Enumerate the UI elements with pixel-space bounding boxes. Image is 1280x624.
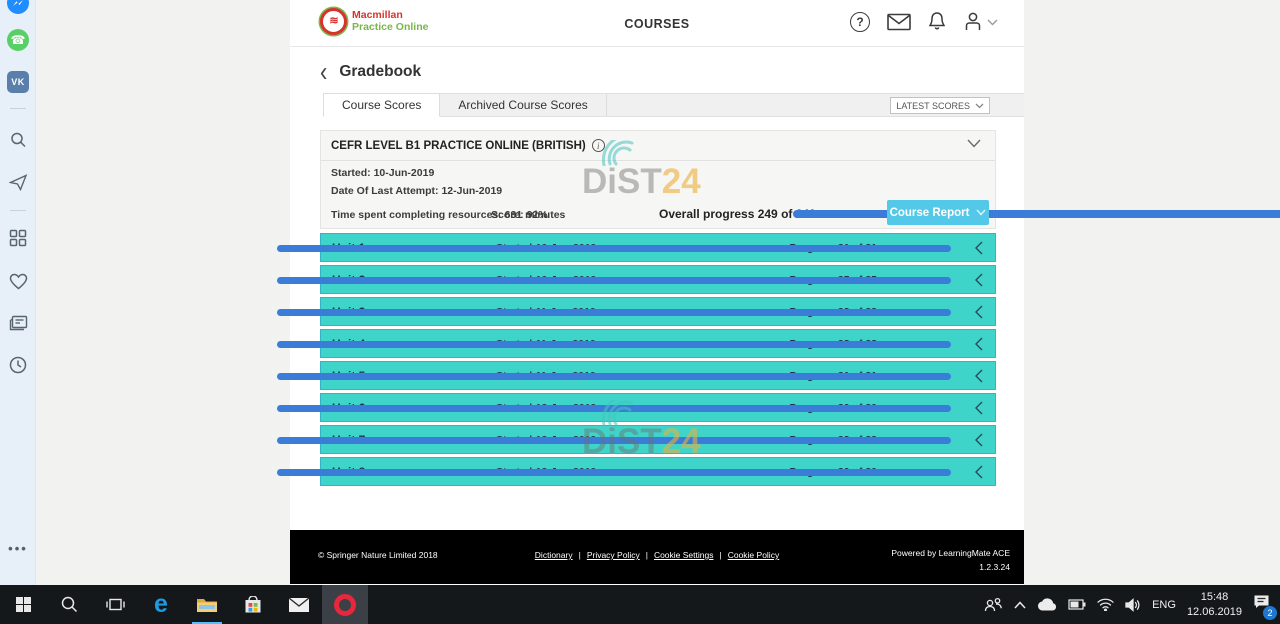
version: 1.2.3.24: [891, 561, 1010, 575]
opera-icon[interactable]: [322, 585, 368, 624]
edge-icon[interactable]: e: [138, 585, 184, 624]
messenger-icon[interactable]: [0, 0, 36, 15]
page-column: ≋ Macmillan Practice Online COURSES ?: [290, 0, 1024, 585]
search-icon[interactable]: [0, 128, 36, 152]
course-details: Started: 10-Jun-2019 Date Of Last Attemp…: [321, 161, 995, 229]
vk-icon[interactable]: VK: [0, 70, 36, 94]
unit-row[interactable]: Unit 2 Started:10-Jun-2019 Progress 35 o…: [320, 265, 996, 294]
browser-viewport: ≋ Macmillan Practice Online COURSES ?: [36, 0, 1280, 585]
chevron-left-icon[interactable]: [975, 241, 983, 255]
footer-link-cookie-settings[interactable]: Cookie Settings: [654, 550, 714, 560]
tab-course-scores[interactable]: Course Scores: [323, 93, 440, 117]
course-score: Score: 92%: [491, 209, 548, 221]
mail-app-icon[interactable]: [276, 585, 322, 624]
unit-row[interactable]: Unit 7 Started:12-Jun-2019 Progress 32 o…: [320, 425, 996, 454]
unit-row[interactable]: Unit 6 Started:12-Jun-2019 Progress 30 o…: [320, 393, 996, 422]
course-title: CEFR LEVEL B1 PRACTICE ONLINE (BRITISH): [331, 140, 586, 152]
start-icon[interactable]: [0, 585, 46, 624]
info-icon[interactable]: i: [592, 139, 605, 152]
course-panel: CEFR LEVEL B1 PRACTICE ONLINE (BRITISH) …: [320, 130, 996, 229]
language-indicator[interactable]: ENG: [1152, 599, 1176, 611]
footer-link-dictionary[interactable]: Dictionary: [535, 550, 573, 560]
chevron-left-icon[interactable]: [975, 465, 983, 479]
store-icon[interactable]: [230, 585, 276, 624]
file-explorer-icon[interactable]: [184, 585, 230, 624]
chevron-left-icon[interactable]: [975, 305, 983, 319]
help-icon[interactable]: ?: [850, 12, 870, 32]
powered-by: Powered by LearningMate ACE 1.2.3.24: [891, 547, 1010, 574]
sidebar-divider: [10, 108, 26, 109]
sidebar-divider: [10, 210, 26, 211]
unit-progress-bar: [277, 277, 951, 284]
unit-row[interactable]: Unit 4 Started:11-Jun-2019 Progress 28 o…: [320, 329, 996, 358]
page-title: Gradebook: [339, 63, 421, 81]
opera-sidebar: ☎ VK •••: [0, 0, 36, 585]
people-icon[interactable]: [984, 597, 1003, 612]
speed-dial-icon[interactable]: [0, 226, 36, 250]
unit-row[interactable]: Unit 3 Started:11-Jun-2019 Progress 32 o…: [320, 297, 996, 326]
gradebook-heading: ‹ Gradebook: [320, 62, 421, 82]
tray-time: 15:48: [1187, 590, 1242, 605]
bookmarks-icon[interactable]: [0, 269, 36, 293]
units-list: Unit 1 Started:10-Jun-2019 Progress 31 o…: [320, 233, 996, 489]
action-center-icon[interactable]: 2: [1253, 594, 1270, 615]
unit-progress-bar: [277, 469, 951, 476]
chevron-left-icon[interactable]: [975, 337, 983, 351]
footer-link-cookie-policy[interactable]: Cookie Policy: [728, 550, 780, 560]
chevron-left-icon[interactable]: [975, 369, 983, 383]
unit-row[interactable]: Unit 1 Started:10-Jun-2019 Progress 31 o…: [320, 233, 996, 262]
my-flow-icon[interactable]: [0, 170, 36, 194]
chevron-down-icon: [975, 103, 984, 109]
back-icon[interactable]: ‹: [320, 60, 327, 85]
system-tray: ENG 15:48 12.06.2019 2: [984, 585, 1280, 624]
course-report-button[interactable]: Course Report: [887, 200, 989, 225]
unit-row[interactable]: Unit 5 Started:11-Jun-2019 Progress 31 o…: [320, 361, 996, 390]
chevron-left-icon[interactable]: [975, 401, 983, 415]
more-icon[interactable]: •••: [0, 536, 36, 560]
latest-scores-dropdown[interactable]: LATEST SCORES: [890, 97, 990, 114]
account-icon[interactable]: [963, 11, 998, 32]
windows-taskbar: e: [0, 585, 1280, 624]
notification-badge: 2: [1263, 606, 1277, 620]
course-started: Started: 10-Jun-2019: [331, 167, 434, 179]
clock[interactable]: 15:48 12.06.2019: [1187, 590, 1242, 620]
unit-progress-bar: [277, 309, 951, 316]
notifications-icon[interactable]: [928, 11, 946, 32]
latest-scores-value: LATEST SCORES: [896, 101, 970, 111]
unit-progress-bar: [277, 437, 951, 444]
screen: ☎ VK ••• ≋: [0, 0, 1280, 624]
history-icon[interactable]: [0, 353, 36, 377]
course-last-attempt: Date Of Last Attempt: 12-Jun-2019: [331, 185, 502, 197]
tab-archived-course-scores[interactable]: Archived Course Scores: [440, 94, 606, 116]
whatsapp-icon[interactable]: ☎: [0, 28, 36, 52]
overall-progress-bar: [793, 210, 1280, 218]
tray-chevron-icon[interactable]: [1014, 601, 1026, 609]
unit-progress-bar: [277, 373, 951, 380]
chevron-down-icon: [976, 209, 986, 216]
unit-progress-bar: [277, 245, 951, 252]
unit-progress-bar: [277, 341, 951, 348]
mail-icon[interactable]: [887, 13, 911, 31]
news-icon[interactable]: [0, 311, 36, 335]
tray-date: 12.06.2019: [1187, 605, 1242, 620]
chevron-down-icon[interactable]: [967, 139, 981, 148]
unit-row[interactable]: Unit 8 Started:12-Jun-2019 Progress 30 o…: [320, 457, 996, 486]
unit-progress-bar: [277, 405, 951, 412]
page-footer: © Springer Nature Limited 2018 Dictionar…: [290, 530, 1024, 584]
battery-icon[interactable]: [1068, 599, 1086, 610]
tab-strip: Course Scores Archived Course Scores LAT…: [323, 93, 1024, 117]
task-view-icon[interactable]: [92, 585, 138, 624]
chevron-left-icon[interactable]: [975, 433, 983, 447]
chevron-left-icon[interactable]: [975, 273, 983, 287]
taskbar-search-icon[interactable]: [46, 585, 92, 624]
volume-icon[interactable]: [1125, 598, 1141, 612]
footer-link-privacy-policy[interactable]: Privacy Policy: [587, 550, 640, 560]
wifi-icon[interactable]: [1097, 598, 1114, 611]
course-panel-header[interactable]: CEFR LEVEL B1 PRACTICE ONLINE (BRITISH) …: [321, 131, 995, 161]
header-icons: ?: [850, 11, 998, 32]
onedrive-cloud-icon[interactable]: [1037, 598, 1057, 611]
site-header: ≋ Macmillan Practice Online COURSES ?: [290, 0, 1024, 47]
